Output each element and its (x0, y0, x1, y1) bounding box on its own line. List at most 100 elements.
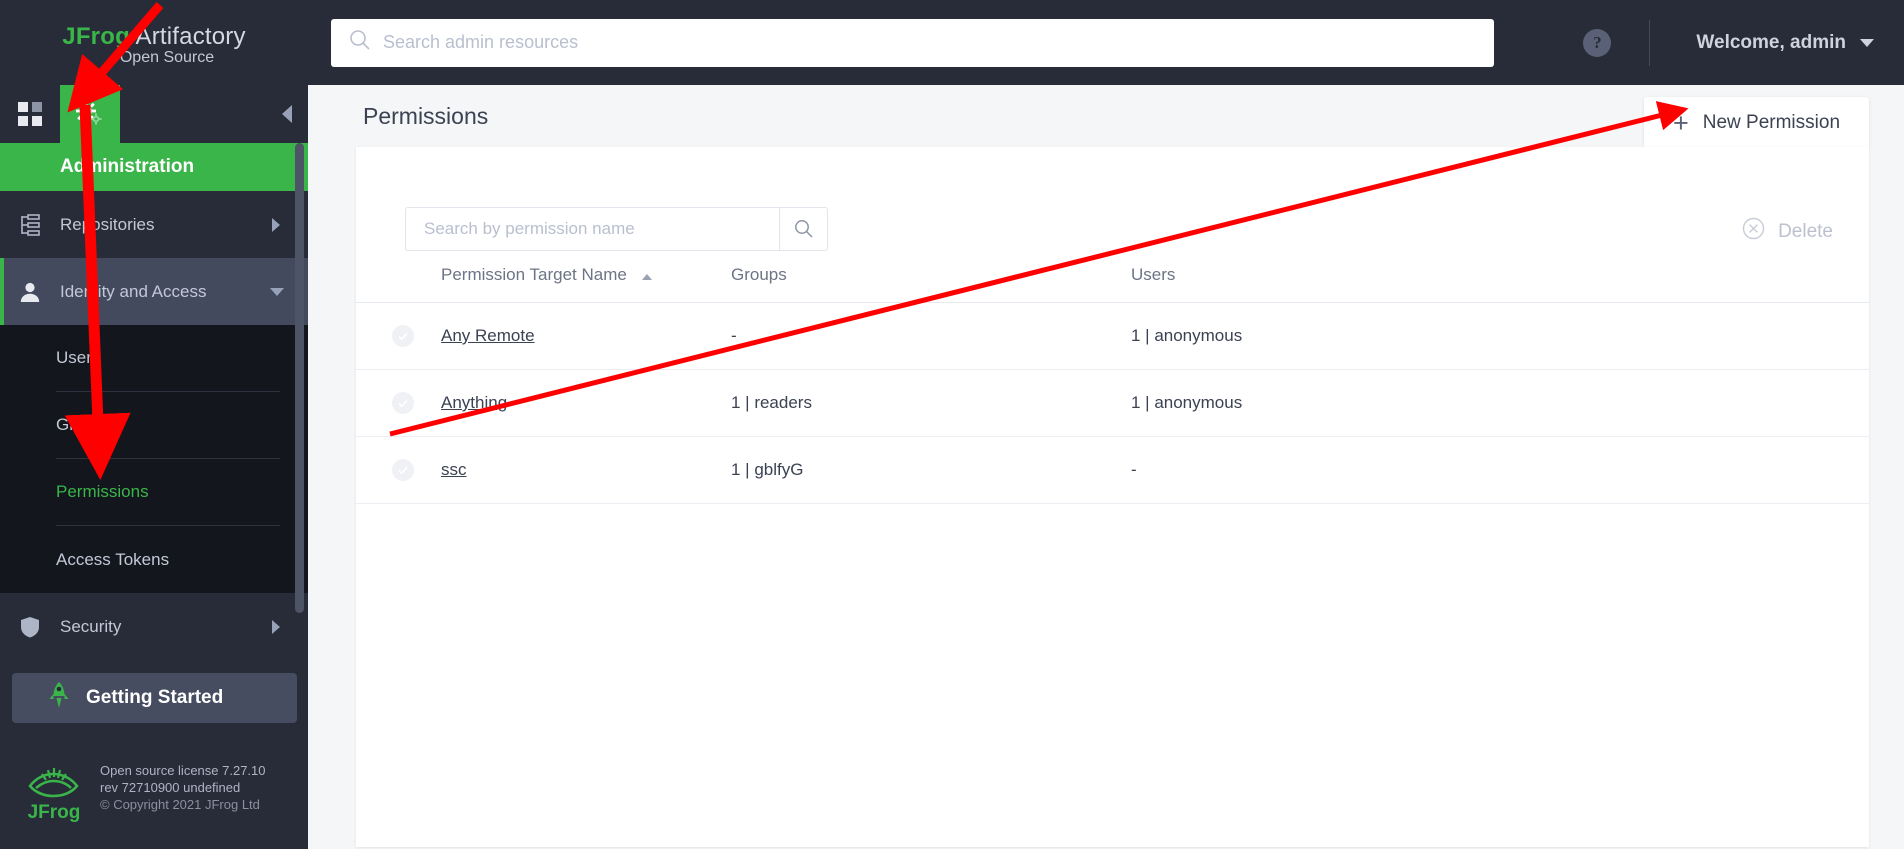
new-permission-button[interactable]: + New Permission (1644, 97, 1869, 149)
table-row[interactable]: Any Remote - 1 | anonymous (356, 302, 1869, 370)
chevron-right-icon (272, 619, 280, 634)
row-name-cell[interactable]: ssc (441, 436, 731, 504)
row-name-cell[interactable]: Any Remote (441, 302, 731, 370)
user-menu-label: Welcome, admin (1696, 31, 1846, 53)
sidebar-subitem-label: Access Tokens (56, 549, 170, 569)
row-spacer-cell (1531, 436, 1869, 504)
chevron-down-icon (270, 287, 284, 296)
permission-name-link[interactable]: Any Remote (441, 326, 535, 345)
column-header-spacer (1531, 265, 1869, 303)
grid-icon (18, 102, 42, 126)
sidebar-submenu-identity-and-access: Users Groups Permissions Access Tokens (0, 325, 308, 593)
top-header-bar: JFrog Artifactory Open Source ? Welcome,… (0, 0, 1904, 85)
permission-search-button[interactable] (779, 208, 827, 250)
shield-icon (0, 616, 60, 638)
sidebar-item-identity-and-access[interactable]: Identity and Access (0, 258, 308, 325)
brand-title: JFrog Artifactory (62, 23, 245, 51)
revision-line: rev 72710900 undefined (100, 780, 241, 795)
sidebar: Administration Repositories Identity and… (0, 85, 308, 849)
chevron-left-icon (282, 105, 292, 123)
sidebar-subitem-label: Users (56, 348, 101, 367)
row-groups-cell: 1 | gblfyG (731, 436, 1131, 504)
header-divider (1649, 19, 1651, 66)
permission-name-link[interactable]: Anything (441, 393, 507, 412)
page-title: Permissions (363, 102, 489, 129)
svg-text:JFrog: JFrog (28, 802, 81, 822)
sidebar-item-label: Security (60, 616, 122, 636)
row-users-cell: 1 | anonymous (1131, 369, 1531, 437)
row-checkbox-cell (356, 369, 441, 437)
permission-search-input[interactable] (406, 208, 779, 250)
brand-edition: Open Source (119, 48, 215, 66)
sidebar-subitem-label: Groups (56, 415, 112, 434)
chevron-down-icon (1860, 38, 1874, 47)
brand-title-accent: JFrog (62, 22, 130, 50)
brand-title-rest: Artifactory (129, 22, 246, 50)
row-spacer-cell (1531, 369, 1869, 437)
row-groups-cell: 1 | readers (731, 369, 1131, 437)
row-users-cell: 1 | anonymous (1131, 302, 1531, 370)
sidebar-item-label: Identity and Access (60, 281, 207, 301)
row-checkbox[interactable] (392, 325, 414, 347)
sidebar-section-administration: Administration (0, 143, 308, 191)
sidebar-item-groups[interactable]: Groups (56, 392, 280, 459)
select-all-header (356, 265, 441, 303)
rocket-icon (48, 682, 70, 714)
row-name-cell[interactable]: Anything (441, 369, 731, 437)
user-menu[interactable]: Welcome, admin (1696, 32, 1874, 54)
column-header-groups[interactable]: Groups (731, 265, 1131, 303)
row-checkbox-cell (356, 302, 441, 370)
column-header-permission-target-name[interactable]: Permission Target Name (441, 265, 731, 303)
table-row[interactable]: Anything 1 | readers 1 | anonymous (356, 369, 1869, 437)
sidebar-collapse-button[interactable] (282, 85, 292, 143)
brand-logo[interactable]: JFrog Artifactory Open Source (0, 0, 308, 85)
close-circle-icon (1742, 217, 1765, 246)
copyright-line: © Copyright 2021 JFrog Ltd (100, 797, 260, 812)
new-permission-label: New Permission (1702, 112, 1841, 133)
row-groups-cell: - (731, 302, 1131, 370)
table-body: Any Remote - 1 | anonymous Anything 1 | … (356, 302, 1869, 504)
column-header-users[interactable]: Users (1131, 265, 1531, 303)
admin-search-input[interactable] (383, 32, 1476, 53)
search-icon (349, 29, 371, 56)
row-users-cell: - (1131, 436, 1531, 504)
sidebar-mode-bar (0, 85, 308, 143)
column-label: Groups (731, 265, 787, 284)
permission-name-link[interactable]: ssc (441, 460, 467, 479)
sidebar-item-access-tokens[interactable]: Access Tokens (56, 526, 280, 593)
help-icon[interactable]: ? (1583, 28, 1612, 57)
permissions-table: Permission Target Name Groups Users Any … (356, 265, 1869, 504)
repositories-icon (0, 213, 60, 236)
sidebar-scrollbar[interactable] (295, 143, 304, 613)
application-module-button[interactable] (0, 85, 60, 143)
table-head: Permission Target Name Groups Users (356, 265, 1869, 303)
sidebar-footer-text: Open source license 7.27.10 rev 72710900… (100, 762, 266, 813)
getting-started-label: Getting Started (86, 687, 224, 708)
table-row[interactable]: ssc 1 | gblfyG - (356, 436, 1869, 504)
row-checkbox-cell (356, 436, 441, 504)
sidebar-item-users[interactable]: Users (56, 325, 280, 392)
row-checkbox[interactable] (392, 459, 414, 481)
admin-search-wrapper (308, 18, 1583, 67)
row-spacer-cell (1531, 302, 1869, 370)
getting-started-button[interactable]: Getting Started (12, 673, 297, 723)
column-label: Users (1131, 265, 1176, 284)
column-label: Permission Target Name (441, 265, 627, 284)
row-checkbox[interactable] (392, 392, 414, 414)
main-content: Permissions + New Permission Search by p… (308, 85, 1904, 849)
header-right-cluster: ? Welcome, admin (1583, 0, 1904, 85)
gear-icon (76, 101, 102, 125)
user-icon (0, 281, 60, 303)
sidebar-footer: JFrog Open source license 7.27.10 rev 72… (0, 762, 308, 827)
table-header-row: Permission Target Name Groups Users (356, 265, 1869, 303)
sidebar-item-security[interactable]: Security (0, 593, 308, 660)
permissions-card: Delete Permission Target Name Groups (356, 147, 1869, 847)
sidebar-item-repositories[interactable]: Repositories (0, 191, 308, 258)
admin-search-box[interactable] (331, 18, 1494, 67)
sidebar-item-permissions[interactable]: Permissions (56, 459, 280, 526)
sidebar-subitem-label: Permissions (56, 482, 149, 501)
permission-search-box[interactable] (405, 207, 828, 251)
administration-module-button[interactable] (60, 85, 120, 143)
delete-button[interactable]: Delete (1742, 217, 1833, 246)
sidebar-item-label: Repositories (60, 214, 155, 234)
